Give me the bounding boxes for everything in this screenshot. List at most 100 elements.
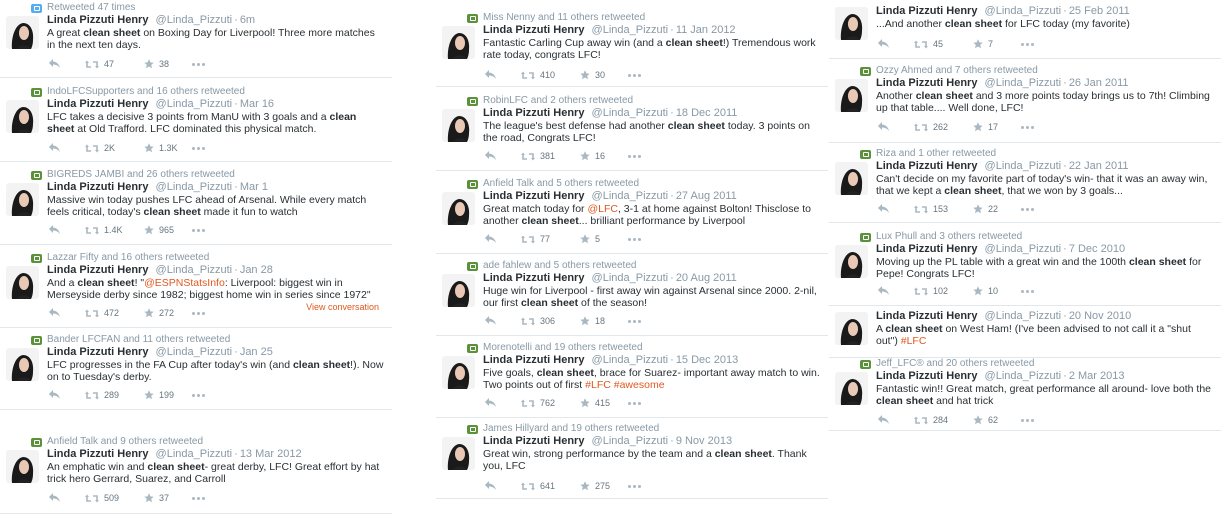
timestamp[interactable]: Mar 1	[240, 181, 268, 193]
retweet-context[interactable]: RobinLFC and 2 others retweeted	[483, 95, 633, 106]
author-handle[interactable]: @Linda_Pizzuti	[985, 243, 1062, 255]
retweet-button[interactable]: 381	[521, 151, 555, 161]
timestamp[interactable]: 9 Nov 2013	[676, 435, 732, 447]
timestamp[interactable]: Jan 25	[240, 346, 273, 358]
author-handle[interactable]: @Linda_Pizzuti	[156, 264, 233, 276]
retweet-context[interactable]: BIGREDS JAMBI and 26 others retweeted	[47, 169, 235, 180]
timestamp[interactable]: Jan 28	[240, 264, 273, 276]
more-options-icon[interactable]	[192, 312, 205, 315]
author-name[interactable]: Linda Pizzuti Henry	[483, 24, 584, 36]
reply-button[interactable]	[49, 308, 60, 317]
more-options-icon[interactable]	[628, 320, 641, 323]
more-options-icon[interactable]	[1021, 419, 1034, 422]
retweet-button[interactable]: 289	[85, 390, 119, 400]
author-name[interactable]: Linda Pizzuti Henry	[876, 310, 977, 322]
reply-button[interactable]	[878, 39, 889, 48]
author-name[interactable]: Linda Pizzuti Henry	[483, 190, 584, 202]
tweet-link[interactable]: #awesome	[614, 379, 665, 391]
favorite-button[interactable]: 37	[144, 493, 169, 503]
author-handle[interactable]: @Linda_Pizzuti	[592, 24, 669, 36]
retweet-context[interactable]: Morenotelli and 19 others retweeted	[483, 342, 643, 353]
retweet-button[interactable]: 45	[914, 39, 943, 49]
avatar[interactable]	[442, 109, 475, 142]
timestamp[interactable]: 2 Mar 2013	[1069, 370, 1125, 382]
author-handle[interactable]: @Linda_Pizzuti	[592, 107, 669, 119]
retweet-button[interactable]: 284	[914, 415, 948, 425]
timestamp[interactable]: 13 Mar 2012	[240, 448, 302, 460]
reply-button[interactable]	[49, 493, 60, 502]
favorite-button[interactable]: 7	[973, 39, 993, 49]
more-options-icon[interactable]	[628, 74, 641, 77]
more-options-icon[interactable]	[192, 394, 205, 397]
author-handle[interactable]: @Linda_Pizzuti	[592, 354, 669, 366]
retweet-context[interactable]: Lazzar Fifty and 16 others retweeted	[47, 252, 209, 263]
reply-button[interactable]	[49, 225, 60, 234]
more-options-icon[interactable]	[192, 63, 205, 66]
reply-button[interactable]	[485, 234, 496, 243]
reply-button[interactable]	[49, 390, 60, 399]
author-handle[interactable]: @Linda_Pizzuti	[985, 310, 1062, 322]
timestamp[interactable]: 11 Jan 2012	[676, 24, 736, 36]
timestamp[interactable]: 22 Jan 2011	[1069, 160, 1129, 172]
author-handle[interactable]: @Linda_Pizzuti	[985, 370, 1062, 382]
favorite-button[interactable]: 30	[580, 70, 605, 80]
timestamp[interactable]: 20 Aug 2011	[676, 272, 737, 284]
reply-button[interactable]	[485, 316, 496, 325]
more-options-icon[interactable]	[1021, 208, 1034, 211]
tweet-link[interactable]: @LFC	[587, 203, 618, 215]
tweet-link[interactable]: #LFC	[585, 379, 611, 391]
favorite-button[interactable]: 16	[580, 151, 605, 161]
timestamp[interactable]: 25 Feb 2011	[1069, 5, 1130, 17]
retweet-context[interactable]: Jeff_LFC® and 20 others retweeted	[876, 358, 1034, 369]
timestamp[interactable]: Mar 16	[240, 98, 274, 110]
retweet-context[interactable]: ade fahlew and 5 others retweeted	[483, 260, 636, 271]
avatar[interactable]	[6, 16, 39, 49]
author-name[interactable]: Linda Pizzuti Henry	[483, 107, 584, 119]
retweet-button[interactable]: 47	[85, 59, 114, 69]
avatar[interactable]	[6, 266, 39, 299]
more-options-icon[interactable]	[192, 229, 205, 232]
favorite-button[interactable]: 275	[580, 481, 610, 491]
avatar[interactable]	[835, 162, 868, 195]
favorite-button[interactable]: 1.3K	[144, 143, 178, 153]
view-conversation-link[interactable]: View conversation	[306, 302, 379, 312]
reply-button[interactable]	[49, 143, 60, 152]
author-name[interactable]: Linda Pizzuti Henry	[876, 77, 977, 89]
author-handle[interactable]: @Linda_Pizzuti	[592, 190, 669, 202]
author-handle[interactable]: @Linda_Pizzuti	[985, 160, 1062, 172]
favorite-button[interactable]: 5	[580, 234, 600, 244]
timestamp[interactable]: 7 Dec 2010	[1069, 243, 1125, 255]
retweet-context[interactable]: Bander LFCFAN and 11 others retweeted	[47, 334, 230, 345]
retweet-button[interactable]: 762	[521, 398, 555, 408]
retweet-context[interactable]: Lux Phull and 3 others retweeted	[876, 231, 1022, 242]
more-options-icon[interactable]	[628, 485, 641, 488]
avatar[interactable]	[835, 245, 868, 278]
avatar[interactable]	[6, 348, 39, 381]
author-handle[interactable]: @Linda_Pizzuti	[156, 98, 233, 110]
favorite-button[interactable]: 199	[144, 390, 174, 400]
more-options-icon[interactable]	[1021, 126, 1034, 129]
reply-button[interactable]	[878, 204, 889, 213]
author-name[interactable]: Linda Pizzuti Henry	[876, 243, 977, 255]
author-handle[interactable]: @Linda_Pizzuti	[592, 272, 669, 284]
reply-button[interactable]	[485, 481, 496, 490]
reply-button[interactable]	[878, 122, 889, 131]
tweet-link[interactable]: #LFC	[901, 335, 927, 347]
reply-button[interactable]	[485, 70, 496, 79]
avatar[interactable]	[835, 372, 868, 405]
retweet-button[interactable]: 153	[914, 204, 948, 214]
timestamp[interactable]: 20 Nov 2010	[1069, 310, 1131, 322]
favorite-button[interactable]: 272	[144, 308, 174, 318]
retweet-button[interactable]: 2K	[85, 143, 115, 153]
retweet-button[interactable]: 472	[85, 308, 119, 318]
favorite-button[interactable]: 62	[973, 415, 998, 425]
timestamp[interactable]: 26 Jan 2011	[1069, 77, 1129, 89]
avatar[interactable]	[442, 192, 475, 225]
reply-button[interactable]	[485, 151, 496, 160]
more-options-icon[interactable]	[1021, 43, 1034, 46]
reply-button[interactable]	[878, 415, 889, 424]
retweet-context[interactable]: Ozzy Ahmed and 7 others retweeted	[876, 65, 1038, 76]
more-options-icon[interactable]	[192, 497, 205, 500]
retweet-context[interactable]: Anfield Talk and 9 others retweeted	[47, 436, 203, 447]
more-options-icon[interactable]	[628, 238, 641, 241]
